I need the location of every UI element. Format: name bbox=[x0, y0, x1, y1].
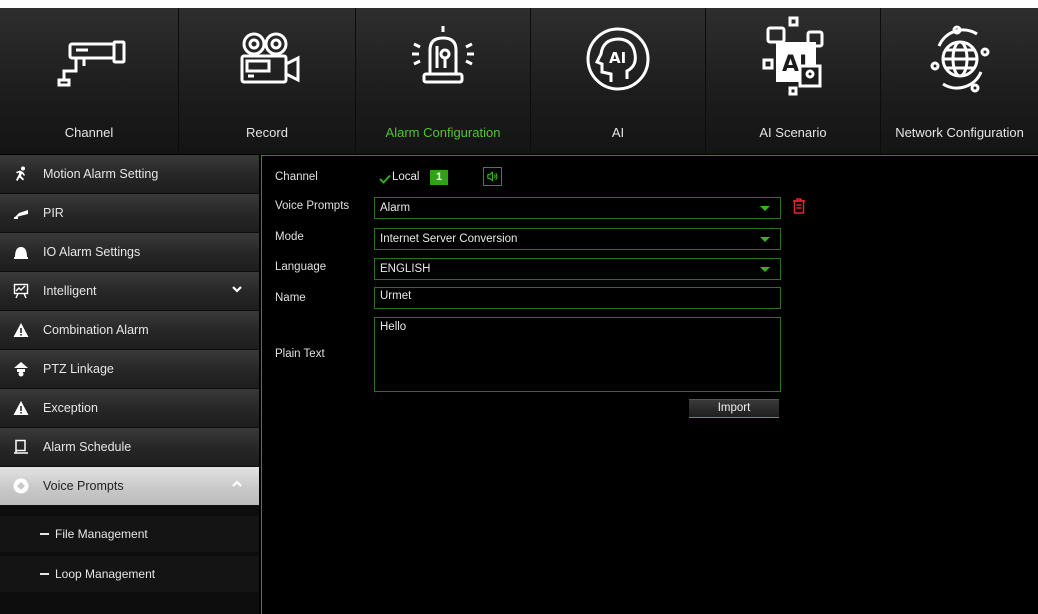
chevron-up-icon[interactable] bbox=[231, 478, 243, 490]
app-window: Channel Record Alarm Configuration AI AI… bbox=[0, 8, 1038, 614]
nav-label: Record bbox=[246, 125, 288, 140]
sidebar-item-combination-alarm[interactable]: Combination Alarm bbox=[0, 311, 259, 349]
voice-prompts-label: Voice Prompts bbox=[275, 200, 350, 212]
warning-icon bbox=[13, 322, 29, 338]
plain-text-area[interactable]: Hello bbox=[374, 317, 781, 392]
sidebar-item-exception[interactable]: Exception bbox=[0, 389, 259, 427]
sidebar-item-motion-alarm-setting[interactable]: Motion Alarm Setting bbox=[0, 155, 259, 193]
nav-label: Network Configuration bbox=[895, 125, 1024, 140]
sidebar-item-label: PIR bbox=[43, 206, 64, 220]
sidebar-item-label: IO Alarm Settings bbox=[43, 245, 141, 259]
sidebar-item-label: PTZ Linkage bbox=[43, 362, 114, 376]
nav-label: AI Scenario bbox=[759, 125, 827, 140]
sidebar-item-voice-prompts[interactable]: Voice Prompts bbox=[0, 467, 259, 505]
sidebar-subitem-file-management[interactable]: File Management bbox=[0, 516, 259, 552]
audio-preview-button[interactable] bbox=[483, 167, 502, 186]
dropdown-arrow-icon bbox=[760, 237, 770, 242]
cctv-camera-icon bbox=[46, 16, 132, 102]
sidebar-item-label: Alarm Schedule bbox=[43, 440, 132, 454]
dropdown-arrow-icon bbox=[760, 206, 770, 211]
intelligent-icon bbox=[13, 283, 29, 299]
name-input[interactable]: Urmet bbox=[374, 287, 781, 309]
voice-prompts-value: Alarm bbox=[380, 202, 411, 214]
sidebar-item-label: Motion Alarm Setting bbox=[43, 167, 159, 181]
sidebar-item-label: Voice Prompts bbox=[43, 479, 124, 493]
nav-ai-scenario[interactable]: AI AI Scenario bbox=[706, 8, 881, 154]
local-checkbox[interactable] bbox=[379, 174, 391, 184]
sidebar-item-label: Combination Alarm bbox=[43, 323, 149, 337]
sidebar-item-ptz-linkage[interactable]: PTZ Linkage bbox=[0, 350, 259, 388]
top-navigation: Channel Record Alarm Configuration AI AI… bbox=[0, 8, 1038, 154]
plain-text-label: Plain Text bbox=[275, 348, 325, 360]
dropdown-arrow-icon bbox=[760, 267, 770, 272]
dash-icon bbox=[40, 533, 49, 535]
speaker-icon bbox=[487, 171, 498, 182]
ptz-camera-icon bbox=[13, 361, 29, 377]
sidebar-item-alarm-schedule[interactable]: Alarm Schedule bbox=[0, 428, 259, 466]
language-select[interactable]: ENGLISH bbox=[374, 258, 781, 280]
subitem-label: Loop Management bbox=[55, 567, 156, 581]
sidebar-item-pir[interactable]: PIR bbox=[0, 194, 259, 232]
voice-prompts-select[interactable]: Alarm bbox=[374, 197, 781, 219]
chevron-down-icon[interactable] bbox=[231, 283, 243, 295]
voice-prompts-panel: Channel Local 1 Voice Prompts Alarm Mode… bbox=[261, 155, 1038, 614]
voice-prompts-icon bbox=[13, 478, 29, 494]
nav-record[interactable]: Record bbox=[179, 8, 356, 154]
dash-icon bbox=[40, 573, 49, 575]
warning-icon bbox=[13, 400, 29, 416]
nav-label: AI bbox=[611, 125, 625, 140]
svg-text:AI: AI bbox=[609, 49, 626, 67]
nav-network-configuration[interactable]: Network Configuration bbox=[881, 8, 1038, 154]
siren-icon bbox=[400, 16, 486, 102]
nav-channel[interactable]: Channel bbox=[0, 8, 179, 154]
nav-alarm-configuration[interactable]: Alarm Configuration bbox=[356, 8, 531, 154]
sidebar-item-label: Intelligent bbox=[43, 284, 97, 298]
sidebar-item-io-alarm-settings[interactable]: IO Alarm Settings bbox=[0, 233, 259, 271]
sidebar-item-intelligent[interactable]: Intelligent bbox=[0, 272, 259, 310]
import-button[interactable]: Import bbox=[689, 399, 779, 418]
sidebar: Motion Alarm Setting PIR IO Alarm Settin… bbox=[0, 155, 259, 614]
ai-scenario-icon: AI bbox=[750, 16, 836, 102]
local-label: Local bbox=[392, 171, 420, 183]
pir-sensor-icon bbox=[13, 205, 29, 221]
nav-ai[interactable]: AI AI bbox=[531, 8, 706, 154]
language-label: Language bbox=[275, 261, 327, 273]
sidebar-item-label: Exception bbox=[43, 401, 98, 415]
nav-label: Channel bbox=[64, 125, 114, 140]
running-man-icon bbox=[13, 166, 29, 182]
channel-number-badge[interactable]: 1 bbox=[430, 170, 448, 185]
ai-head-icon: AI bbox=[575, 16, 661, 102]
sidebar-subitem-loop-management[interactable]: Loop Management bbox=[0, 556, 259, 592]
mode-label: Mode bbox=[275, 231, 304, 243]
subitem-label: File Management bbox=[55, 527, 148, 541]
mode-value: Internet Server Conversion bbox=[380, 233, 518, 245]
schedule-icon bbox=[13, 439, 29, 455]
bell-icon bbox=[13, 244, 29, 260]
globe-icon bbox=[917, 16, 1003, 102]
video-camera-icon bbox=[224, 16, 310, 102]
language-value: ENGLISH bbox=[380, 263, 431, 275]
nav-label: Alarm Configuration bbox=[385, 125, 501, 140]
mode-select[interactable]: Internet Server Conversion bbox=[374, 228, 781, 250]
channel-label: Channel bbox=[275, 171, 318, 183]
delete-icon[interactable] bbox=[792, 198, 806, 214]
name-label: Name bbox=[275, 292, 306, 304]
